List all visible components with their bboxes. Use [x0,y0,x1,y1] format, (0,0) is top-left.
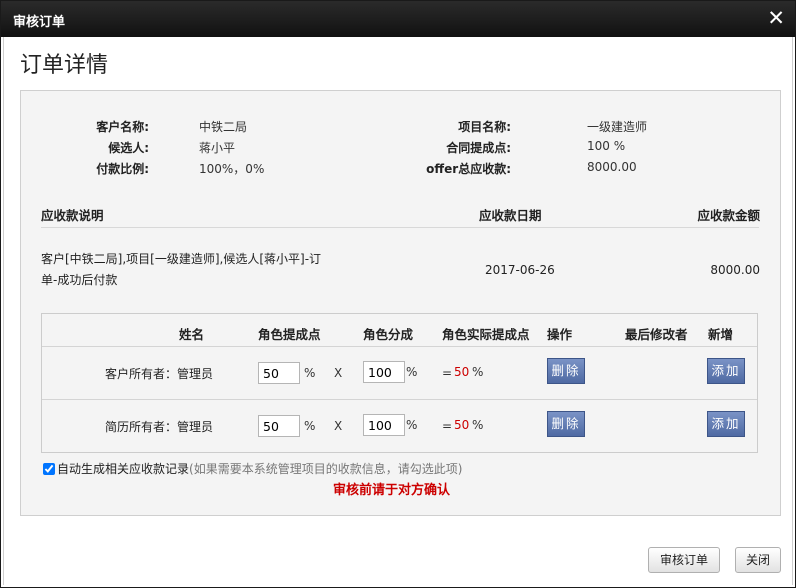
page-title: 订单详情 [20,53,109,78]
dialog-titlebar: 审核订单 ✕ [1,1,795,37]
receivable-divider [41,227,759,228]
customer-label: 客户名称: [96,120,149,134]
times-sign: X [334,419,343,433]
customer-value: 中铁二局 [199,120,248,134]
candidate-label: 候选人: [108,141,149,155]
audit-order-dialog: 审核订单 ✕ 订单详情 客户名称: 中铁二局 候选人: 蒋小平 付款比例: 10… [0,0,796,588]
contract-point-value: 100 % [587,139,626,153]
percent-sign: % [406,365,418,379]
role-label-resume-owner: 简历所有者：管理员 [105,420,214,434]
delete-button[interactable]: 删除 [547,411,585,437]
approve-order-button[interactable]: 审核订单 [648,547,720,573]
receivable-amount: 8000.00 [710,263,760,277]
receivable-date-header: 应收款日期 [479,208,542,223]
payment-ratio-value: 100%，0% [199,162,265,176]
header-last-modifier: 最后修改者 [625,327,688,342]
percent-sign: % [472,365,484,379]
receivable-desc-line1: 客户[中铁二局],项目[一级建造师],候选人[蒋小平]-订 [41,252,322,266]
project-label: 项目名称: [458,120,511,134]
header-action: 操作 [547,327,573,342]
equals-sign: = [442,366,453,380]
commission-point-input[interactable] [258,415,300,437]
commission-point-input[interactable] [258,362,300,384]
percent-sign: % [304,366,316,380]
percent-sign: % [406,418,418,432]
contract-point-label: 合同提成点: [446,141,511,155]
actual-point-value: 50 [454,365,470,379]
auto-generate-label[interactable]: 自动生成相关应收款记录 [57,462,189,476]
header-add: 新增 [708,327,734,342]
add-button[interactable]: 添加 [707,411,745,437]
order-detail-panel: 客户名称: 中铁二局 候选人: 蒋小平 付款比例: 100%，0% 项目名称: … [20,90,781,516]
row-divider [42,346,757,347]
receivable-desc-header: 应收款说明 [41,208,104,223]
header-name: 姓名 [179,327,205,342]
actual-point-value: 50 [454,418,470,432]
payment-ratio-label: 付款比例: [96,162,149,176]
close-icon[interactable]: ✕ [767,6,785,30]
receivable-description: 客户[中铁二局],项目[一级建造师],候选人[蒋小平]-订 单-成功后付款 [41,249,341,291]
add-button[interactable]: 添加 [707,358,745,384]
header-commission-point: 角色提成点 [258,327,321,342]
percent-sign: % [472,418,484,432]
receivable-amount-header: 应收款金额 [697,208,760,223]
auto-generate-hint: (如果需要本系统管理项目的收款信息，请勾选此项) [189,462,463,476]
auto-generate-row: 自动生成相关应收款记录(如果需要本系统管理项目的收款信息，请勾选此项) [43,460,462,477]
offer-total-value: 8000.00 [587,160,637,174]
header-share: 角色分成 [363,327,414,342]
percent-sign: % [304,419,316,433]
offer-total-label: offer总应收款: [426,162,511,176]
receivable-date: 2017-06-26 [485,263,555,277]
share-input[interactable] [363,361,405,383]
auto-generate-checkbox[interactable] [43,463,55,475]
confirm-warning: 审核前请于对方确认 [333,483,451,498]
role-commission-table: 姓名 角色提成点 角色分成 角色实际提成点 操作 最后修改者 新增 客户所有者：… [41,313,758,453]
dialog-title: 审核订单 [13,15,66,30]
share-input[interactable] [363,414,405,436]
row-divider [42,399,757,400]
role-label-customer-owner: 客户所有者：管理员 [105,367,214,381]
close-button[interactable]: 关闭 [735,547,781,573]
times-sign: X [334,366,343,380]
candidate-value: 蒋小平 [199,141,236,155]
equals-sign: = [442,419,453,433]
delete-button[interactable]: 删除 [547,358,585,384]
receivable-desc-line2: 单-成功后付款 [41,273,118,287]
header-actual-point: 角色实际提成点 [442,327,530,342]
dialog-content: 订单详情 客户名称: 中铁二局 候选人: 蒋小平 付款比例: 100%，0% 项… [3,37,793,585]
project-value: 一级建造师 [587,120,648,134]
